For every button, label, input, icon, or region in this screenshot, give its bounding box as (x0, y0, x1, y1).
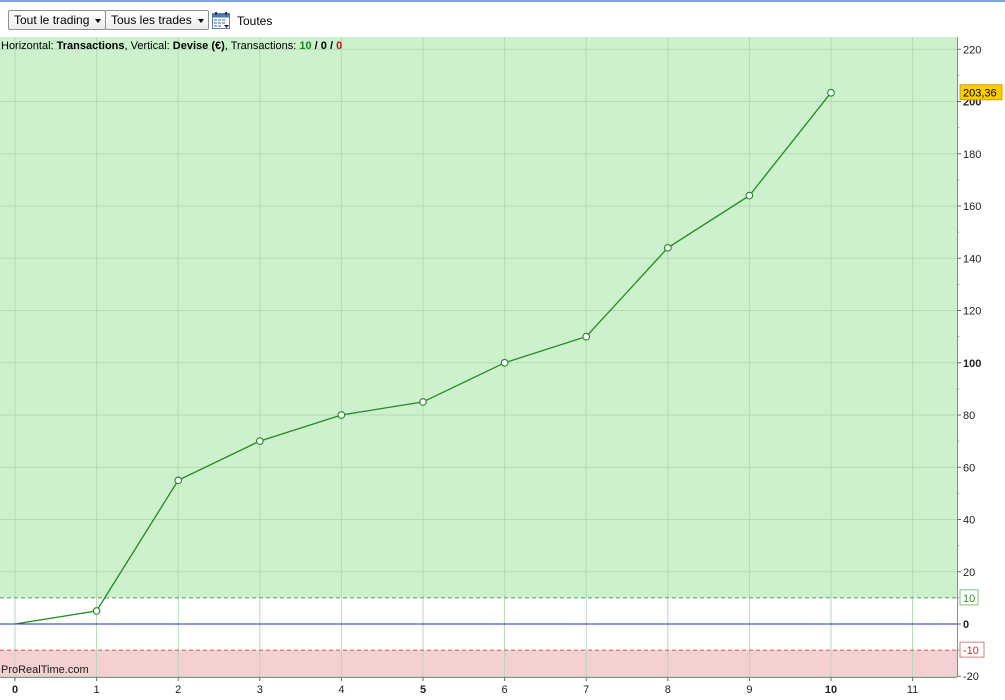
data-point (663, 243, 672, 252)
x-tick-label: 3 (257, 684, 263, 696)
y-tick-label: 60 (963, 462, 975, 474)
lower-threshold-badge-text: -10 (963, 645, 979, 657)
vertical-value: Devise (€) (172, 40, 225, 52)
x-axis: 0 1 2 3 4 5 6 7 8 9 10 11 (12, 677, 918, 696)
x-tick-label: 1 (94, 684, 100, 696)
chevron-down-icon (197, 19, 204, 23)
y-tick-label: -20 (963, 671, 979, 683)
x-tick-label: 6 (502, 684, 508, 696)
y-tick-label: 220 (963, 44, 981, 56)
data-point (337, 411, 346, 419)
y-tick-label: 20 (963, 567, 975, 579)
upper-threshold-badge-text: 10 (963, 593, 975, 605)
x-tick-label: 8 (665, 684, 671, 696)
separator: / (311, 40, 321, 52)
separator: / (326, 40, 337, 52)
transactions-prefix: , Transactions: (224, 40, 300, 52)
data-point (92, 607, 101, 615)
y-tick-label: 0 (963, 619, 969, 631)
data-point (827, 88, 835, 97)
y-tick-label: 100 (963, 358, 981, 370)
x-tick-label: 9 (746, 684, 752, 696)
transactions-total: 10 (299, 40, 312, 52)
y-tick-label: 160 (963, 201, 981, 213)
y-tick-label: 80 (963, 410, 975, 422)
x-tick-label: 11 (907, 684, 918, 696)
watermark: ProRealTime.com (1, 664, 89, 676)
data-point (174, 476, 183, 485)
y-tick-label: 40 (963, 515, 975, 527)
trading-scope-label: Tout le trading (14, 13, 90, 27)
last-value-badge-text: 203,36 (963, 88, 997, 100)
y-tick-label: 120 (963, 306, 981, 318)
y-tick-label: 140 (963, 253, 981, 265)
transactions-negative: 0 (336, 40, 343, 52)
y-tick-label: 180 (963, 149, 981, 161)
x-tick-label: 2 (175, 684, 181, 696)
data-point (582, 332, 591, 341)
toolbar: Tout le trading Tous les trades Toutes (0, 2, 1005, 36)
trades-filter-dropdown[interactable]: Tous les trades (105, 10, 209, 30)
data-point (500, 358, 509, 367)
chart-info-line: Horizontal: Transactions, Vertical: Devi… (1, 40, 342, 52)
trading-scope-dropdown[interactable]: Tout le trading (8, 10, 107, 30)
x-tick-label: 10 (825, 684, 837, 696)
horizontal-value: Transactions (56, 40, 125, 52)
x-tick-label: 0 (12, 684, 18, 696)
horizontal-prefix: Horizontal: (1, 40, 57, 52)
vertical-prefix: , Vertical: (124, 40, 173, 52)
data-point (255, 437, 264, 445)
x-tick-label: 4 (338, 684, 344, 696)
trades-filter-label: Tous les trades (111, 13, 192, 27)
data-point (745, 191, 754, 200)
calendar-icon[interactable] (212, 12, 230, 29)
y-axis: -20020406080100120140160180200220 (957, 44, 981, 683)
x-tick-label: 7 (583, 684, 589, 696)
equity-curve-chart: -20020406080100120140160180200220 012345… (0, 37, 1003, 696)
positive-zone (0, 37, 957, 598)
chevron-down-icon (95, 19, 102, 23)
x-tick-label: 5 (420, 684, 426, 696)
period-label[interactable]: Toutes (237, 14, 272, 28)
negative-zone (0, 650, 957, 677)
data-point (419, 398, 427, 406)
